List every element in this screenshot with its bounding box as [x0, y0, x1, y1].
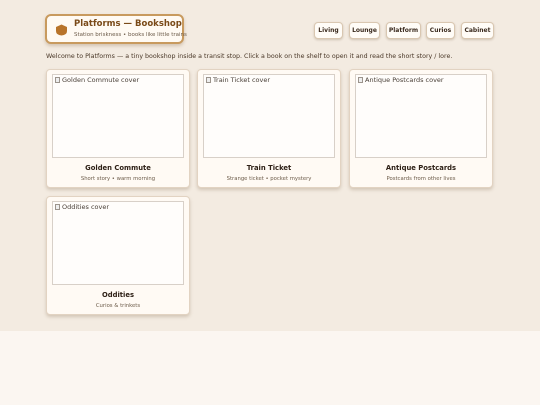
- cover-alt-text: Oddities cover: [62, 203, 110, 211]
- book-title: Golden Commute: [85, 164, 151, 172]
- page-footer-space: [0, 331, 540, 405]
- broken-image-icon: [358, 77, 363, 83]
- brand-title: Platforms — Bookshop: [74, 19, 182, 29]
- book-cover[interactable]: Antique Postcards cover: [355, 74, 487, 158]
- brand-logo[interactable]: Platforms — Bookshop Station briskness •…: [45, 14, 187, 44]
- cover-alt-text: Train Ticket cover: [213, 76, 271, 84]
- nav-lounge-button[interactable]: Lounge: [349, 22, 380, 39]
- book-card-antique-postcards[interactable]: Antique Postcards cover Antique Postcard…: [349, 69, 493, 188]
- book-title: Oddities: [101, 291, 135, 299]
- book-cover[interactable]: Golden Commute cover: [52, 74, 184, 158]
- book-cover[interactable]: Train Ticket cover: [203, 74, 335, 158]
- page-background: Platforms — Bookshop Station briskness •…: [0, 0, 540, 331]
- book-subtitle: Postcards from other lives: [386, 176, 456, 182]
- cover-alt-text: Antique Postcards cover: [365, 76, 444, 84]
- shield-badge-icon: [56, 24, 67, 36]
- broken-image-icon: [206, 77, 211, 83]
- book-subtitle: Strange ticket • pocket mystery: [226, 176, 312, 182]
- book-subtitle: Short story • warm morning: [80, 176, 156, 182]
- brand-subtitle: Station briskness • books like little tr…: [74, 32, 187, 38]
- nav-curios-button[interactable]: Curios: [426, 22, 455, 39]
- broken-image-icon: [55, 77, 60, 83]
- book-card-oddities[interactable]: Oddities cover Oddities Curios & trinket…: [46, 196, 190, 315]
- book-title: Train Ticket: [246, 164, 292, 172]
- nav-cabinet-button[interactable]: Cabinet: [461, 22, 494, 39]
- broken-image-icon: [55, 204, 60, 210]
- book-title: Antique Postcards: [385, 164, 457, 172]
- nav-platform-button[interactable]: Platform: [386, 22, 421, 39]
- intro-text: Welcome to Platforms — a tiny bookshop i…: [46, 53, 453, 60]
- book-subtitle: Curios & trinkets: [95, 303, 141, 309]
- cover-alt-text: Golden Commute cover: [62, 76, 140, 84]
- book-cover[interactable]: Oddities cover: [52, 201, 184, 285]
- book-card-golden-commute[interactable]: Golden Commute cover Golden Commute Shor…: [46, 69, 190, 188]
- book-card-train-ticket[interactable]: Train Ticket cover Train Ticket Strange …: [197, 69, 341, 188]
- nav-living-button[interactable]: Living: [314, 22, 343, 39]
